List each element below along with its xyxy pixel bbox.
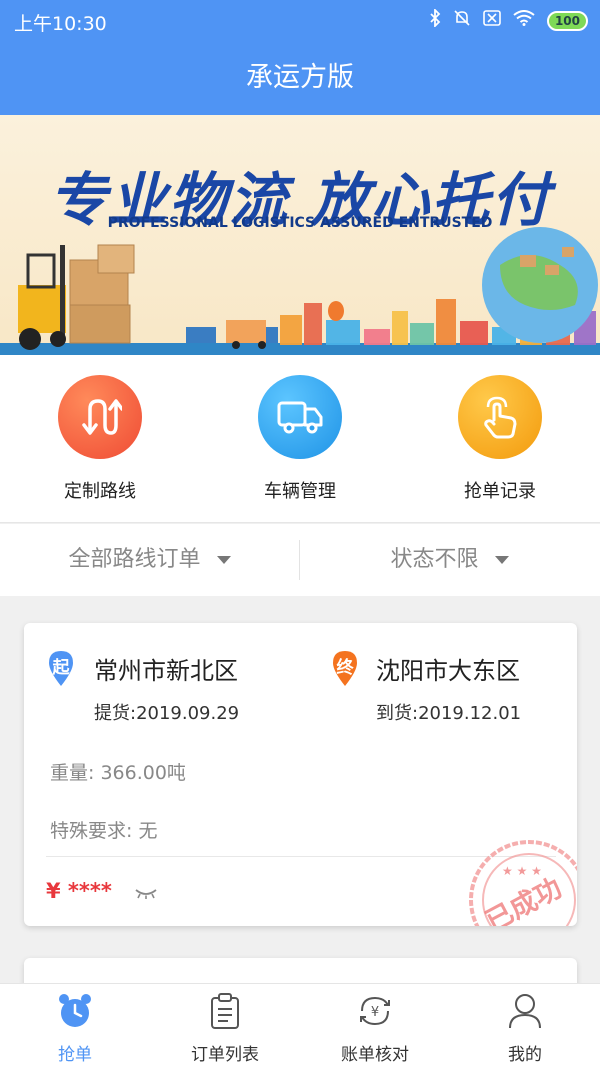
tab-label: 我的 — [508, 1045, 542, 1065]
route-filter-label: 全部路线订单 — [68, 547, 201, 572]
clipboard-icon — [150, 992, 300, 1030]
quick-action-grab-records[interactable]: 抢单记录 — [430, 375, 570, 503]
status-filter-dropdown[interactable]: 状态不限 — [300, 524, 599, 596]
status-time: 上午10:30 — [14, 13, 107, 35]
svg-text:¥: ¥ — [371, 1005, 379, 1020]
battery-indicator: 100 — [546, 10, 588, 31]
status-filter-label: 状态不限 — [390, 547, 479, 572]
bluetooth-icon — [429, 7, 441, 32]
tab-label: 订单列表 — [191, 1045, 259, 1065]
success-stamp: ★ ★ ★ 已成功 — [464, 835, 577, 926]
mute-bell-icon — [453, 9, 471, 32]
promo-banner[interactable]: 专业物流 放心托付 PROFESSIONAL LOGISTICS ASSURED… — [0, 115, 600, 355]
destination-city: 沈阳市大东区 — [376, 657, 520, 685]
tab-order-list[interactable]: 订单列表 — [150, 992, 300, 1065]
tab-grab-order[interactable]: 抢单 — [0, 992, 150, 1065]
caret-down-icon — [494, 556, 509, 564]
requirements-info: 特殊要求: 无 — [50, 820, 158, 842]
sim-off-icon — [483, 10, 501, 31]
yen-refresh-icon: ¥ — [300, 992, 450, 1030]
tab-bill-check[interactable]: ¥ 账单核对 — [300, 992, 450, 1065]
origin-city: 常州市新北区 — [94, 657, 238, 685]
eye-closed-icon[interactable] — [134, 886, 158, 900]
banner-subtitle: PROFESSIONAL LOGISTICS ASSURED ENTRUSTED — [107, 215, 493, 231]
destination-badge: 终 — [336, 658, 354, 678]
delivery-date: 到货:2019.12.01 — [376, 703, 522, 724]
quick-actions: 定制路线 车辆管理 抢单记录 — [0, 355, 600, 523]
route-filter-dropdown[interactable]: 全部路线订单 — [0, 524, 299, 596]
quick-action-custom-route[interactable]: 定制路线 — [30, 375, 170, 503]
caret-down-icon — [216, 556, 231, 564]
quick-action-label: 定制路线 — [64, 481, 136, 502]
status-icons: 100 — [429, 7, 588, 32]
hidden-price: ¥ **** — [46, 879, 112, 903]
route-icon — [58, 375, 142, 459]
quick-action-vehicle-management[interactable]: 车辆管理 — [230, 375, 370, 503]
wifi-icon — [513, 10, 535, 31]
tap-hand-icon — [458, 375, 542, 459]
quick-action-label: 抢单记录 — [464, 481, 536, 502]
tab-mine[interactable]: 我的 — [450, 992, 600, 1065]
weight-info: 重量: 366.00吨 — [50, 762, 186, 784]
quick-action-label: 车辆管理 — [264, 481, 336, 502]
user-icon — [450, 992, 600, 1030]
bottom-tab-bar: 抢单 订单列表 ¥ 账单核对 我的 — [0, 983, 600, 1067]
tab-label: 抢单 — [58, 1045, 92, 1065]
pickup-date: 提货:2019.09.29 — [94, 703, 240, 724]
order-card[interactable]: 起 常州市新北区 提货:2019.09.29 终 沈阳市大东区 到货:2019.… — [24, 623, 577, 926]
page-title: 承运方版 — [0, 40, 600, 115]
status-bar: 上午10:30 100 — [0, 0, 600, 40]
alarm-clock-icon — [0, 992, 150, 1030]
filter-bar: 全部路线订单 状态不限 — [0, 524, 600, 596]
origin-badge: 起 — [52, 658, 70, 678]
truck-icon — [258, 375, 342, 459]
tab-label: 账单核对 — [341, 1045, 409, 1065]
